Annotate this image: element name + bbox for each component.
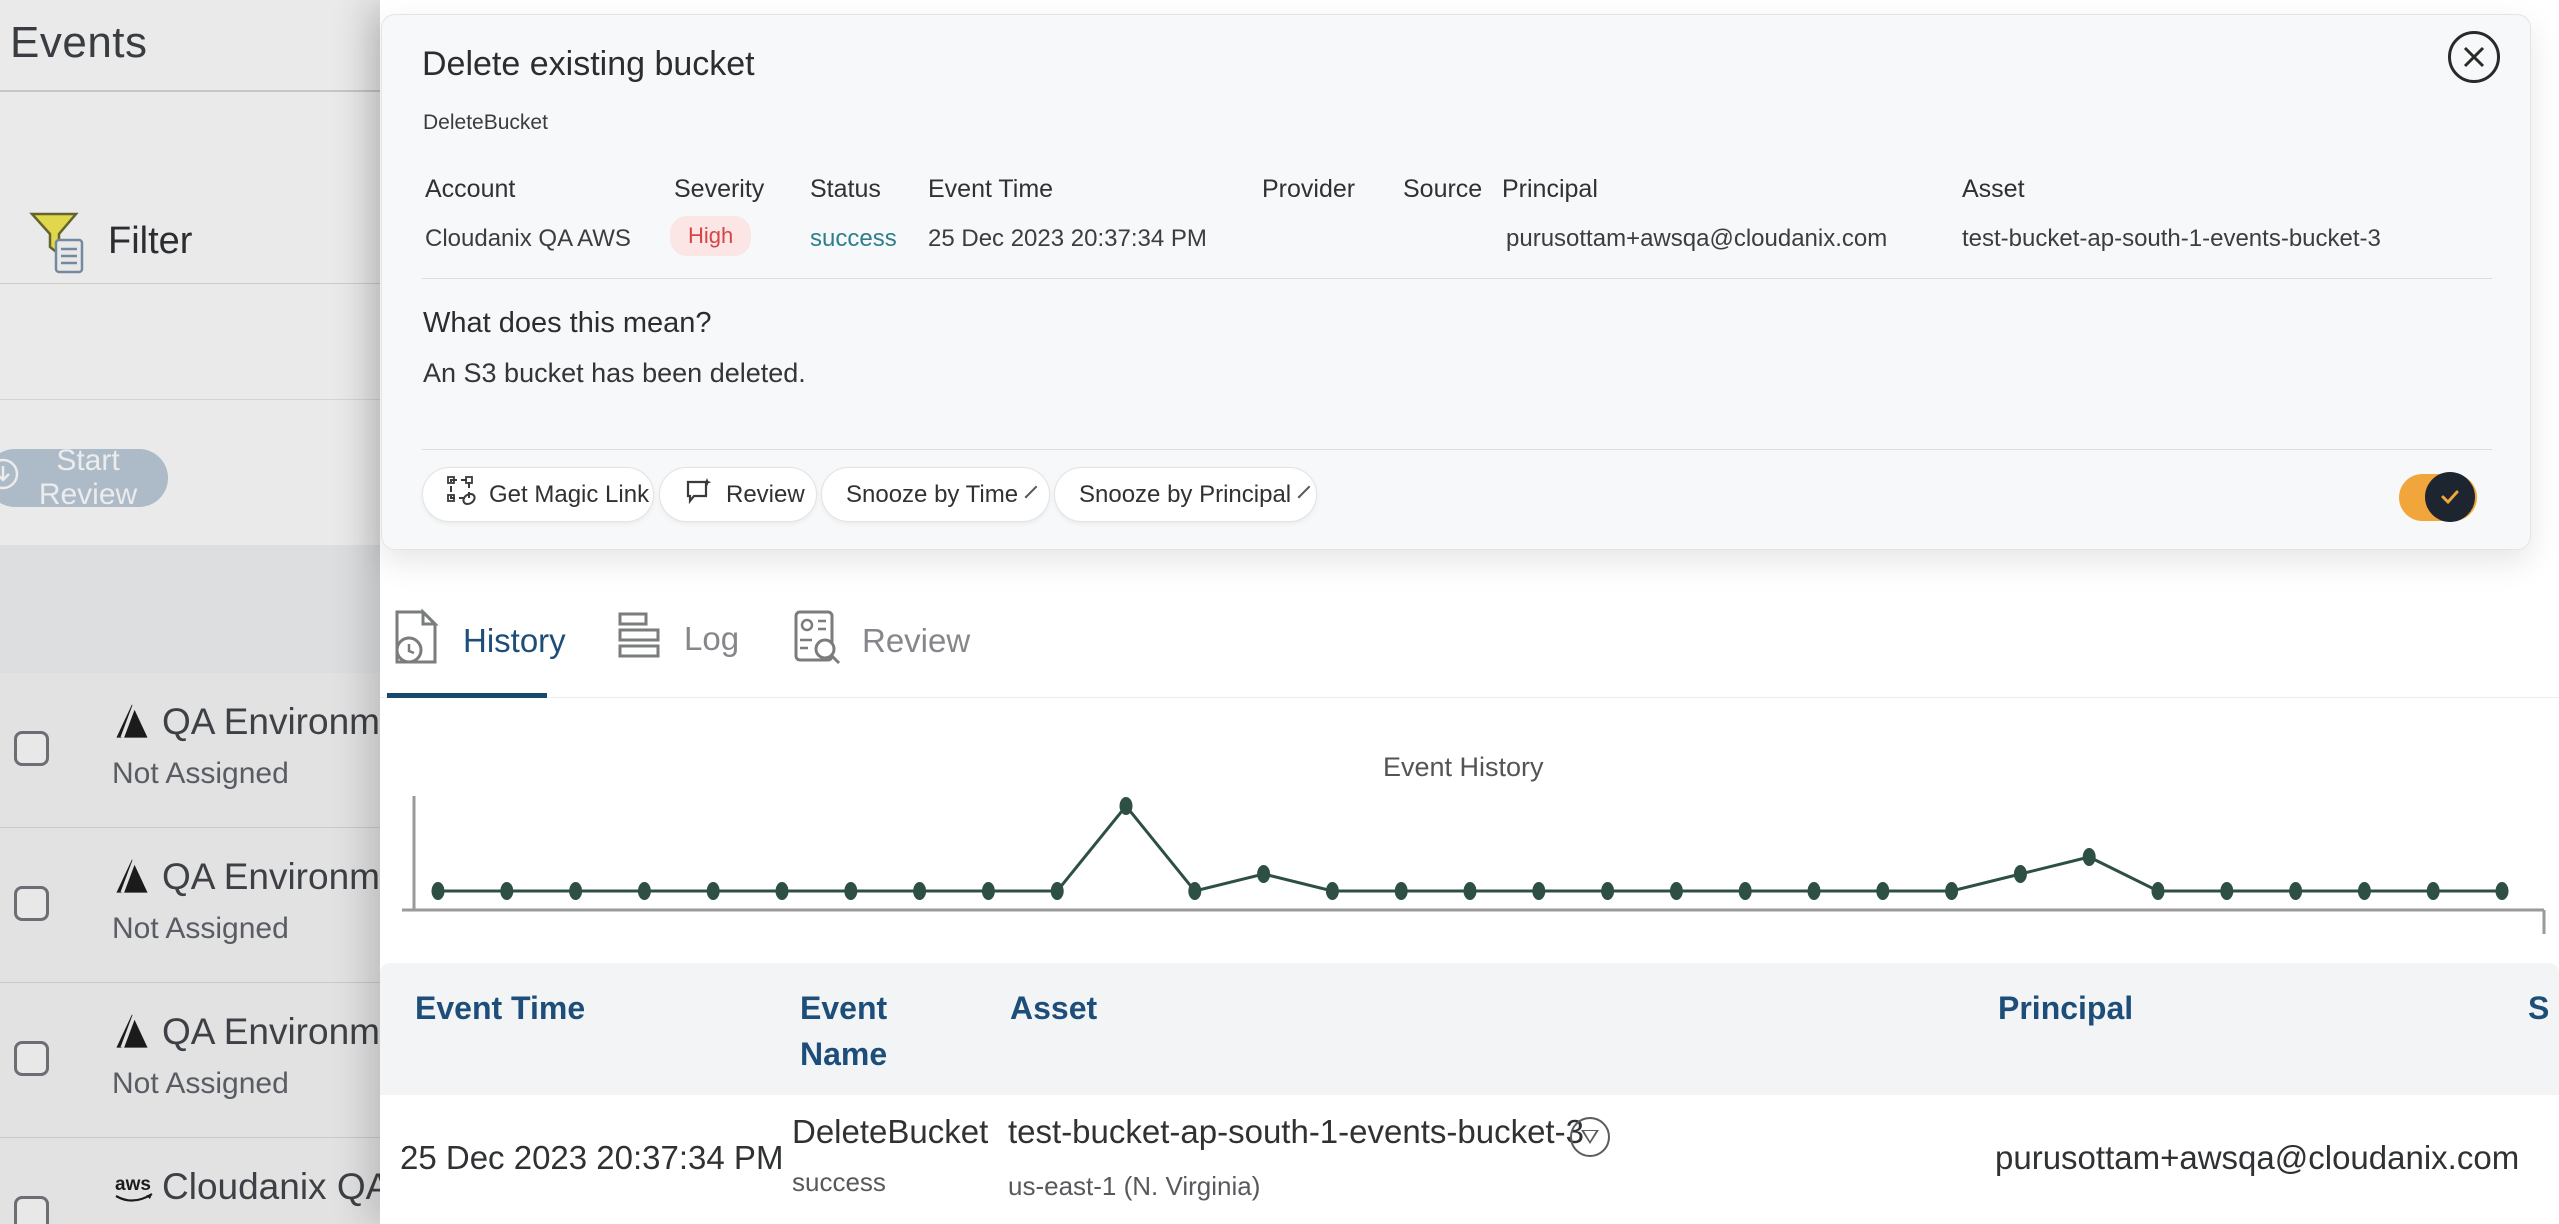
snooze-by-principal-button[interactable]: Snooze by Principal [1054,467,1317,522]
events-table-header: Event Time Event Name Asset Principal S [380,963,2559,1095]
value-account: Cloudanix QA AWS [425,225,631,253]
active-tab-underline [387,693,547,698]
screen: Events Filter [0,0,2559,1224]
toggle-knob [2425,472,2475,522]
col-header-account: Account [425,175,515,204]
get-magic-link-button[interactable]: Get Magic Link [422,467,654,522]
snooze-by-time-button[interactable]: Snooze by Time [821,467,1050,522]
tab-review-label: Review [862,622,970,660]
event-summary-card: Delete existing bucket DeleteBucket Acco… [381,14,2531,550]
meaning-text: An S3 bucket has been deleted. [423,358,806,389]
snooze-principal-label: Snooze by Principal [1079,481,1291,509]
event-title: Delete existing bucket [422,45,755,84]
divider [422,278,2492,279]
col-header-principal: Principal [1502,175,1598,204]
review-button[interactable]: Review [659,467,817,522]
cell-asset: test-bucket-ap-south-1-events-bucket-3 [1008,1113,1584,1151]
col-header-source: Source [1403,175,1482,204]
list-bars-icon [616,608,666,669]
tab-history-label: History [463,622,566,660]
event-table-row[interactable]: 25 Dec 2023 20:37:34 PM DeleteBucket suc… [380,1095,2559,1224]
cell-event-time: 25 Dec 2023 20:37:34 PM [400,1139,783,1177]
col-header-severity: Severity [674,175,764,204]
event-detail-panel: Delete existing bucket DeleteBucket Acco… [380,0,2559,1224]
tab-review[interactable]: Review [792,608,970,673]
cell-principal: purusottam+awsqa@cloudanix.com [1995,1139,2519,1177]
tab-log[interactable]: Log [616,608,739,669]
header-event-time: Event Time [415,985,585,1031]
snooze-time-label: Snooze by Time [846,481,1018,509]
document-clock-icon [389,608,445,673]
get-magic-link-label: Get Magic Link [489,481,649,509]
close-icon[interactable] [2448,31,2500,83]
value-status[interactable]: success [810,225,897,253]
col-header-event-time: Event Time [928,175,1053,204]
meaning-title: What does this mean? [423,307,712,340]
value-event-time: 25 Dec 2023 20:37:34 PM [928,225,1207,253]
col-header-status: Status [810,175,881,204]
divider [422,449,2492,450]
cell-asset-region: us-east-1 (N. Virginia) [1008,1171,1260,1202]
event-history-chart: Event History [380,718,2559,960]
cell-event-status: success [792,1167,886,1198]
header-asset: Asset [1010,985,1097,1031]
tab-history[interactable]: History [389,608,566,673]
event-toggle-on[interactable] [2399,474,2477,521]
header-principal: Principal [1998,985,2133,1031]
value-principal: purusottam+awsqa@cloudanix.com [1506,225,1887,253]
header-event-name: Event Name [800,985,970,1078]
col-header-asset: Asset [1962,175,2025,204]
selection-link-icon [447,476,477,513]
severity-badge: High [670,216,751,256]
asset-scope-icon[interactable] [1570,1117,1610,1157]
cell-event-name: DeleteBucket [792,1113,988,1151]
event-api-name: DeleteBucket [423,111,548,135]
header-severity-clipped: S [2528,985,2549,1031]
col-header-provider: Provider [1262,175,1355,204]
chart-title: Event History [1383,752,1544,783]
value-asset: test-bucket-ap-south-1-events-bucket-3 [1962,225,2381,253]
triangle-inner-glyph [1584,1131,1596,1141]
detail-tabs: History Log [380,598,2559,698]
chat-bubble-icon [684,476,714,513]
card-magnifier-icon [792,608,844,673]
chevron-down-icon [1298,485,1311,498]
tab-log-label: Log [684,620,739,658]
chevron-down-icon [1025,485,1038,498]
review-button-label: Review [726,481,805,509]
